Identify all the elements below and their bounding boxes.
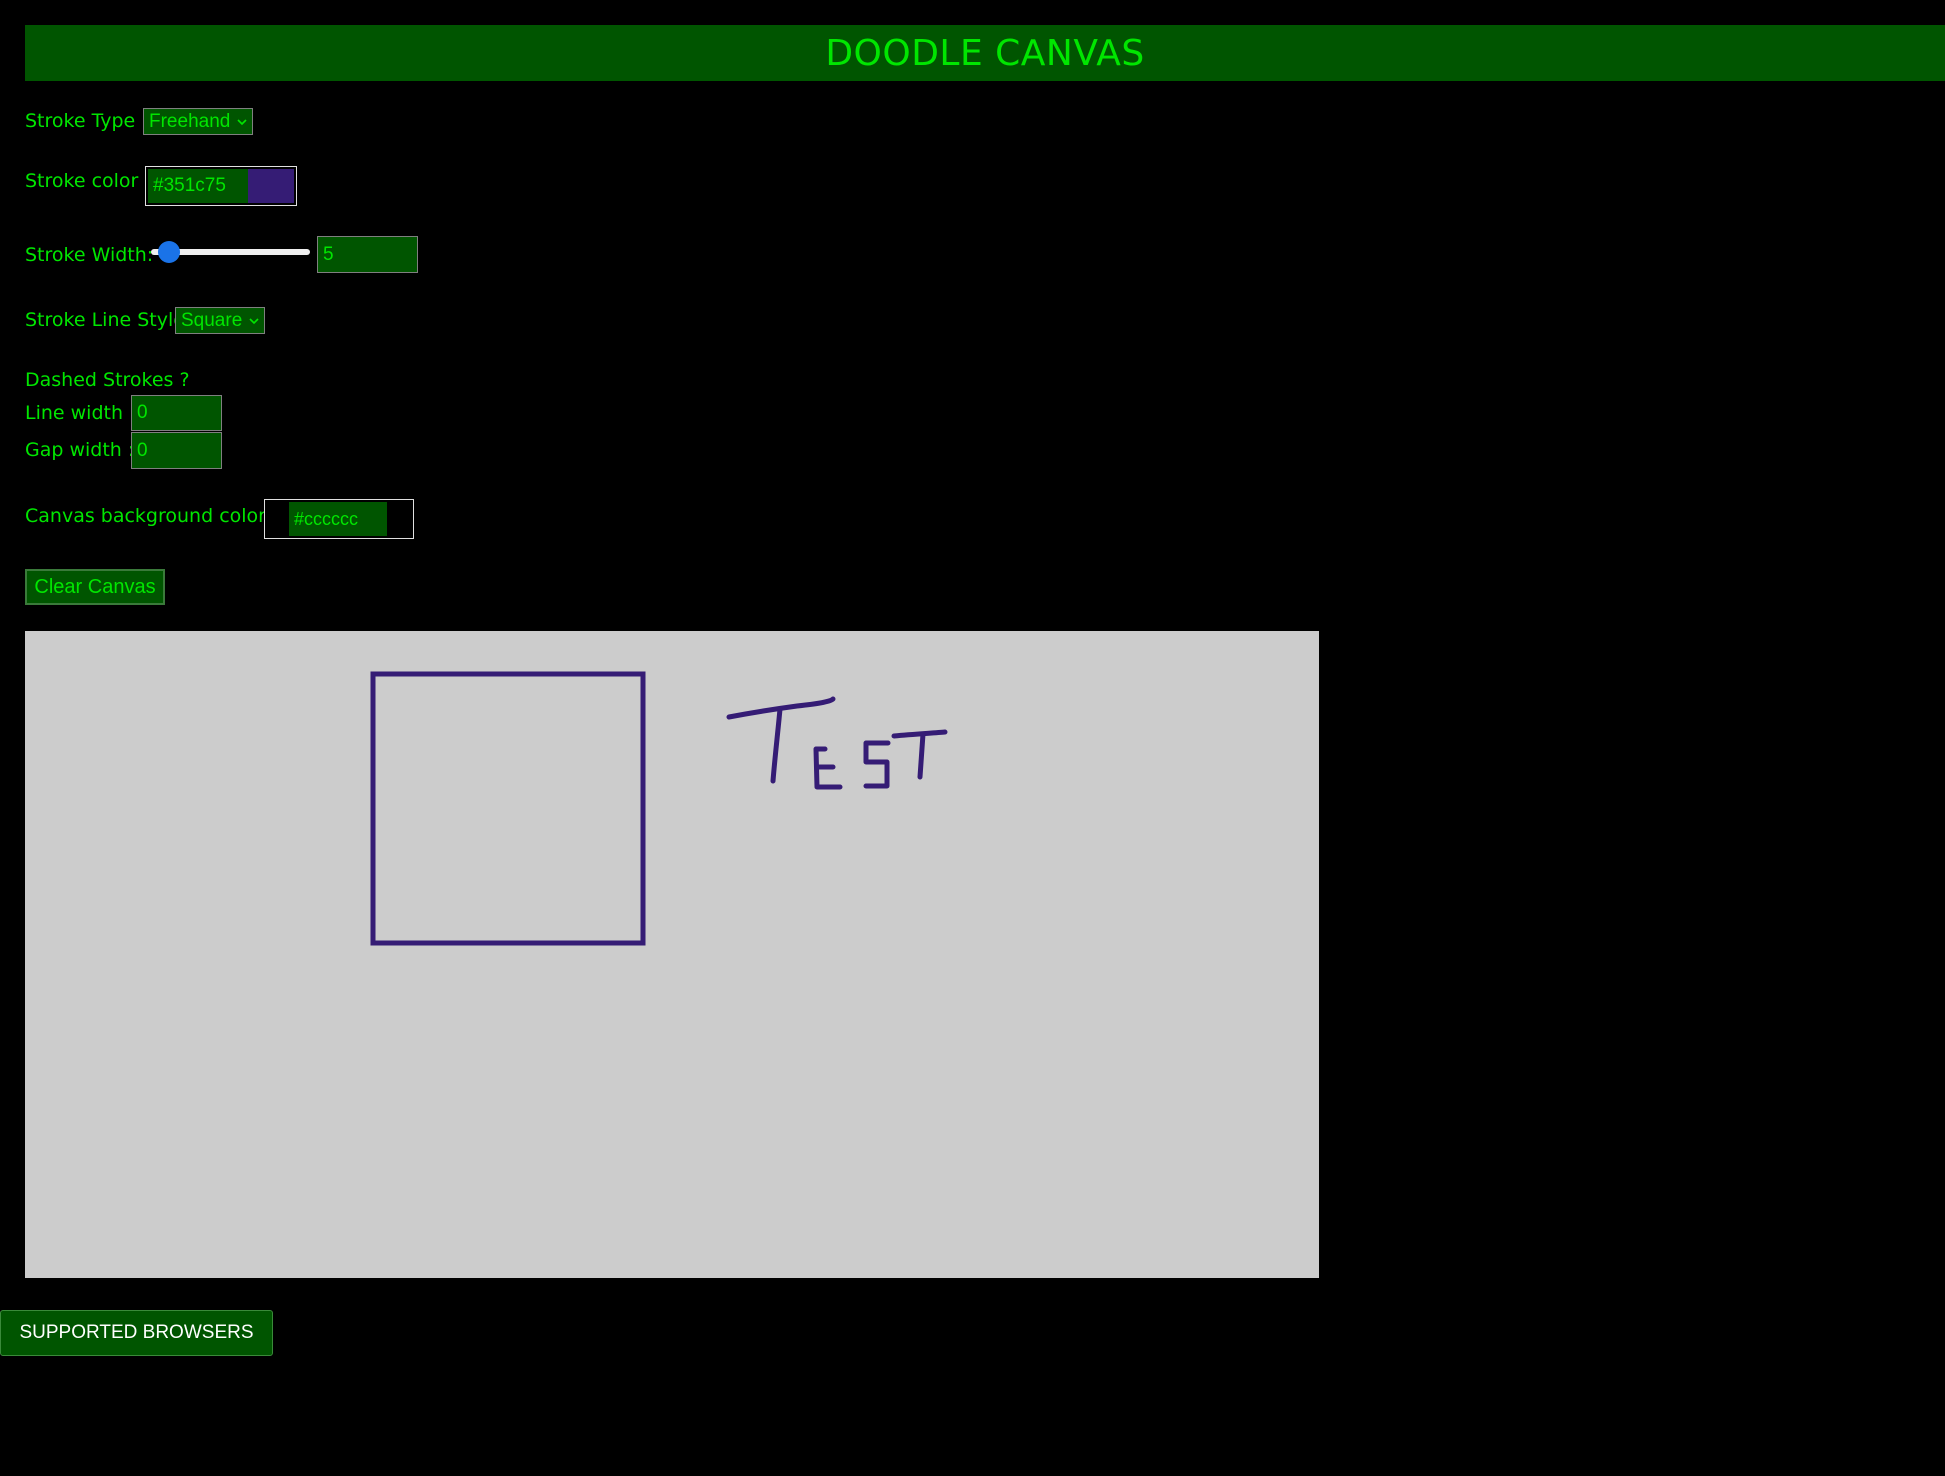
canvas-bg-color-hex[interactable]: #cccccc [289,502,387,536]
stroke-color-hex[interactable]: #351c75 [148,169,248,203]
stroke-line-style-value: Square [181,309,243,331]
page-title: DOODLE CANVAS [825,32,1145,74]
canvas-bg-color-picker[interactable]: #cccccc [264,499,414,539]
stroke-width-slider-thumb[interactable] [157,241,180,263]
chevron-down-icon [249,317,259,324]
drawn-text-test [726,696,948,790]
canvas-bg-color-label: Canvas background color : [25,505,279,527]
supported-browsers-button[interactable]: SUPPORTED BROWSERS [0,1310,273,1356]
header-bar: DOODLE CANVAS [25,25,1945,81]
stroke-color-label: Stroke color : [25,170,151,192]
gap-width-input[interactable]: 0 [131,432,222,469]
stroke-color-picker[interactable]: #351c75 [145,166,297,206]
canvas-drawing [370,671,948,946]
chevron-down-icon [237,118,247,125]
stroke-width-input[interactable]: 5 [317,236,418,273]
gap-width-label: Gap width : [25,439,135,461]
stroke-type-select[interactable]: Freehand [143,108,254,135]
stroke-type-label: Stroke Type : [25,110,148,132]
stroke-width-label: Stroke Width: [25,244,154,266]
line-width-label: Line width : [25,402,136,424]
stroke-line-style-select[interactable]: Square [175,307,266,334]
drawing-canvas[interactable]: TEST [25,631,1319,1278]
dashed-strokes-heading: Dashed Strokes ? [25,369,190,391]
doodle-canvas-page: DOODLE CANVAS Stroke Type : Freehand Str… [0,0,1945,1476]
stroke-line-style-label: Stroke Line Style [25,309,185,331]
line-width-input[interactable]: 0 [131,395,222,431]
stroke-type-value: Freehand [149,110,231,132]
clear-canvas-button[interactable]: Clear Canvas [25,569,165,605]
drawn-square [370,671,646,946]
stroke-color-swatch[interactable] [248,169,294,203]
